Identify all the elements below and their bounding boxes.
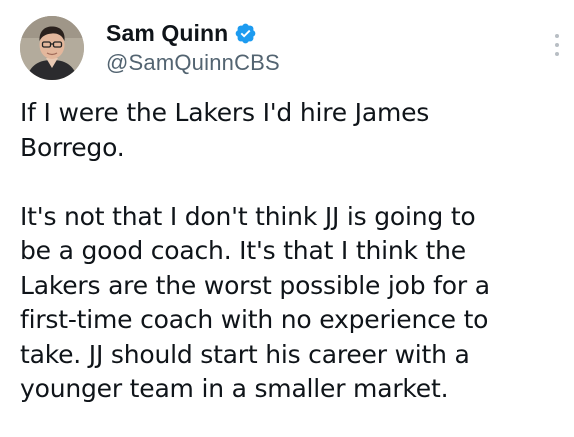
avatar-image [20, 16, 84, 80]
tweet-text-line: Borrego. [20, 132, 125, 162]
tweet-body: If I were the Lakers I'd hire James Borr… [20, 96, 560, 407]
tweet-text-line: It's not that I don't think JJ is going … [20, 201, 476, 231]
more-dot [555, 43, 559, 47]
author-display-name[interactable]: Sam Quinn [106, 20, 228, 47]
author-avatar[interactable] [20, 16, 84, 80]
author-name-row: Sam Quinn [106, 18, 257, 48]
tweet-text-line: younger team in a smaller market. [20, 374, 449, 403]
more-vertical-icon[interactable] [550, 34, 564, 56]
author-handle[interactable]: @SamQuinnCBS [106, 50, 280, 76]
tweet-text-line: Lakers are the worst possible job for a [20, 270, 490, 300]
tweet-text-line: be a good coach. It's that I think the [20, 236, 466, 265]
more-dot [555, 52, 559, 56]
tweet-text-line: If I were the Lakers I'd hire James [20, 98, 430, 127]
verified-check-icon [234, 22, 257, 45]
more-dot [555, 34, 559, 38]
tweet-card: Sam Quinn @SamQuinnCBS If I were the Lak… [0, 0, 574, 437]
tweet-text-line: take. JJ should start his career with a [20, 339, 470, 369]
tweet-text-line: first-time coach with no experience to [20, 305, 489, 334]
